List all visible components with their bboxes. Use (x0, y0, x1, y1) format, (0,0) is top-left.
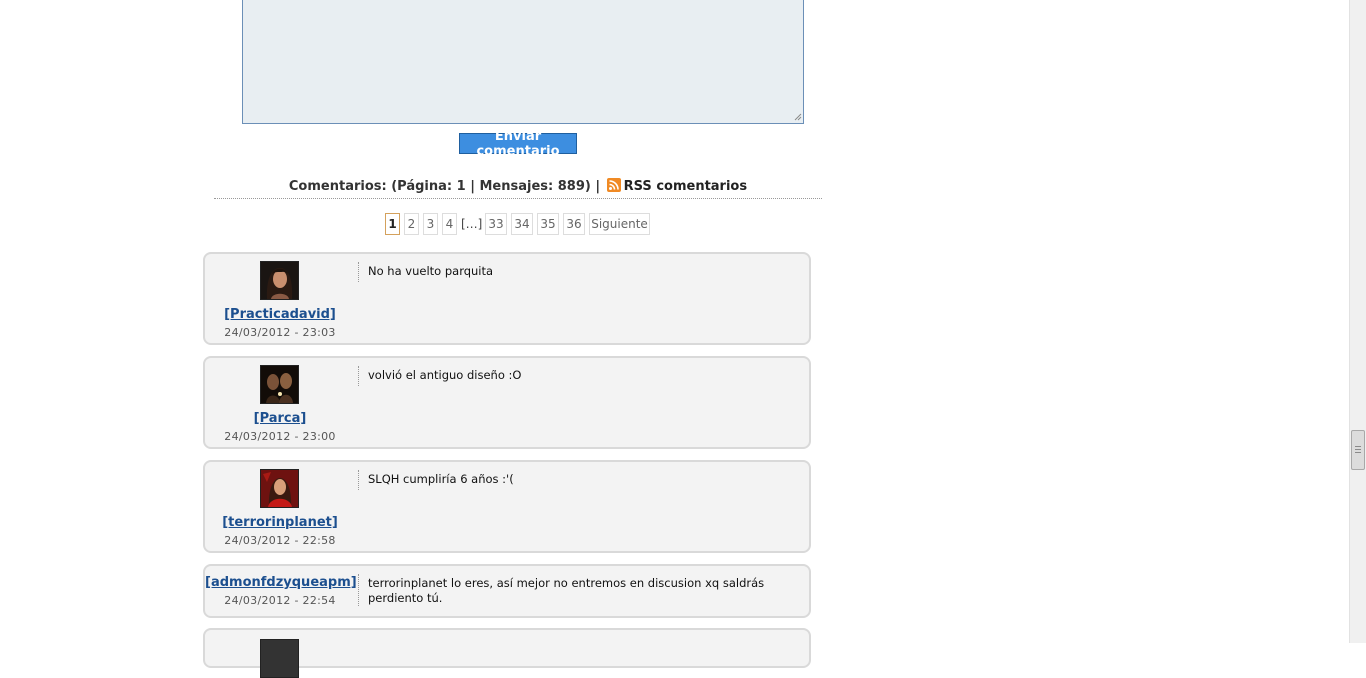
messages-count: 889 (557, 179, 585, 194)
header-close: ) | (584, 179, 601, 194)
next-page-button[interactable]: Siguiente (589, 213, 650, 235)
comment-item: [admonfdzyqueapm] 24/03/2012 - 22:54 ter… (203, 564, 811, 618)
comment-author-link[interactable]: [Practicadavid] (205, 307, 355, 322)
comment-item: [Practicadavid] 24/03/2012 - 23:03 No ha… (203, 252, 811, 345)
page-34-button[interactable]: 34 (511, 213, 533, 235)
comment-text: volvió el antiguo diseño :O (368, 368, 522, 382)
comment-item (203, 628, 811, 678)
comment-date: 24/03/2012 - 22:58 (224, 534, 336, 547)
comment-date: 24/03/2012 - 23:03 (224, 326, 336, 339)
current-page-number: 1 (456, 179, 466, 194)
comments-label: Comentarios: (Página: (288, 179, 457, 194)
page-33-button[interactable]: 33 (485, 213, 507, 235)
comment-divider (358, 262, 359, 282)
comment-item: [terrorinplanet] 24/03/2012 - 22:58 SLQH… (203, 460, 811, 553)
comment-text: No ha vuelto parquita (368, 264, 494, 278)
page-35-button[interactable]: 35 (537, 213, 559, 235)
scrollbar-thumb[interactable] (1351, 430, 1365, 470)
pagination-gap: […] (461, 217, 483, 231)
comment-textarea[interactable] (242, 0, 804, 124)
comment-divider (358, 574, 359, 606)
comment-item: [Parca] 24/03/2012 - 23:00 volvió el ant… (203, 356, 811, 449)
page-1-button[interactable]: 1 (385, 213, 400, 235)
rss-icon[interactable] (606, 178, 621, 192)
resize-grip-icon[interactable] (793, 112, 802, 121)
comment-author-link[interactable]: [terrorinplanet] (205, 515, 355, 530)
user-avatar[interactable] (260, 365, 299, 404)
comment-text: SLQH cumpliría 6 años :'( (368, 472, 514, 486)
messages-label: | Mensajes: (465, 179, 558, 194)
rss-comments-link[interactable]: RSS comentarios (624, 179, 747, 194)
comment-text: terrorinplanet lo eres, así mejor no ent… (368, 576, 765, 605)
comment-author-link[interactable]: [Parca] (205, 411, 355, 426)
comment-divider (358, 470, 359, 490)
user-avatar[interactable] (260, 261, 299, 300)
vertical-scrollbar[interactable] (1349, 0, 1366, 643)
pagination: 1 2 3 4 […] 33 34 35 36 Siguiente (0, 213, 1030, 237)
comments-header: Comentarios: (Página: 1 | Mensajes: 889)… (214, 178, 822, 199)
send-comment-button[interactable]: Enviar comentario (459, 129, 577, 159)
page-36-button[interactable]: 36 (563, 213, 585, 235)
page-4-button[interactable]: 4 (442, 213, 457, 235)
page-3-button[interactable]: 3 (423, 213, 438, 235)
user-avatar[interactable] (260, 639, 299, 678)
page-2-button[interactable]: 2 (404, 213, 419, 235)
comment-divider (358, 366, 359, 386)
comment-author-link[interactable]: [admonfdzyqueapm] (205, 575, 357, 590)
comment-date: 24/03/2012 - 22:54 (224, 594, 336, 607)
user-avatar[interactable] (260, 469, 299, 508)
comment-date: 24/03/2012 - 23:00 (224, 430, 336, 443)
